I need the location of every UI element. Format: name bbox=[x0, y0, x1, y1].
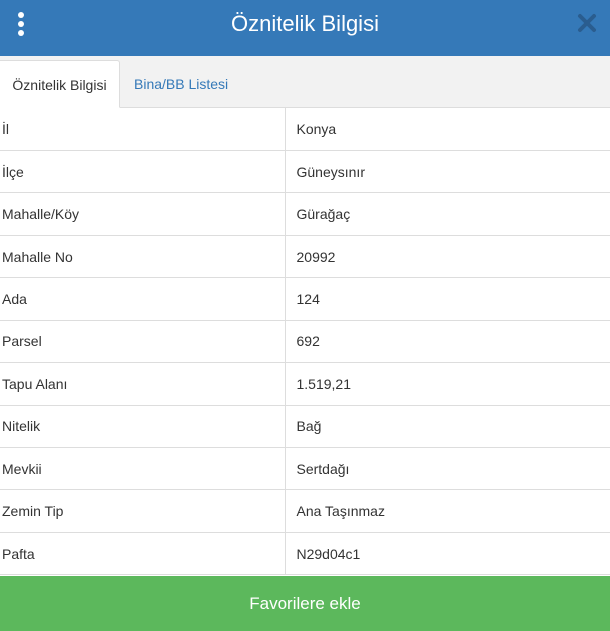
attribute-key: Pafta bbox=[0, 532, 286, 576]
close-icon[interactable] bbox=[576, 12, 598, 34]
tab-bar: Öznitelik Bilgisi Bina/BB Listesi bbox=[0, 56, 610, 108]
attribute-key: Tapu Alanı bbox=[0, 362, 286, 406]
add-to-favorites-button[interactable]: Favorilere ekle bbox=[0, 576, 610, 631]
tab-building-list[interactable]: Bina/BB Listesi bbox=[124, 60, 238, 108]
attribute-value: Bağ bbox=[285, 405, 610, 449]
attribute-key: Nitelik bbox=[0, 405, 286, 449]
attribute-key: Mevkii bbox=[0, 447, 286, 491]
dialog-title: Öznitelik Bilgisi bbox=[231, 11, 379, 36]
attribute-key: İl bbox=[0, 108, 286, 151]
table-row: Mevkii Sertdağı bbox=[0, 447, 610, 491]
attribute-value: 1.519,21 bbox=[285, 362, 610, 406]
table-row: Zemin Tip Ana Taşınmaz bbox=[0, 489, 610, 533]
attribute-key: İlçe bbox=[0, 150, 286, 194]
tab-attribute-info[interactable]: Öznitelik Bilgisi bbox=[0, 60, 120, 108]
attribute-value: 124 bbox=[285, 277, 610, 321]
attribute-value: Konya bbox=[285, 108, 610, 151]
attribute-key: Mahalle/Köy bbox=[0, 192, 286, 236]
table-row: Parsel 692 bbox=[0, 320, 610, 364]
dialog-header: Öznitelik Bilgisi bbox=[0, 0, 610, 56]
table-row: Mahalle/Köy Gürağaç bbox=[0, 192, 610, 236]
attribute-value: N29d04c1 bbox=[285, 532, 610, 576]
table-row: Pafta N29d04c1 bbox=[0, 532, 610, 576]
table-row: Ada 124 bbox=[0, 277, 610, 321]
table-row: Nitelik Bağ bbox=[0, 405, 610, 449]
attribute-value: 692 bbox=[285, 320, 610, 364]
attribute-value: Sertdağı bbox=[285, 447, 610, 491]
attribute-value: Ana Taşınmaz bbox=[285, 489, 610, 533]
attribute-key: Mahalle No bbox=[0, 235, 286, 279]
table-row: İlçe Güneysınır bbox=[0, 150, 610, 194]
attribute-table: İl Konya İlçe Güneysınır Mahalle/Köy Gür… bbox=[0, 108, 610, 576]
attribute-key: Zemin Tip bbox=[0, 489, 286, 533]
table-row: Tapu Alanı 1.519,21 bbox=[0, 362, 610, 406]
attribute-key: Ada bbox=[0, 277, 286, 321]
attribute-value: Gürağaç bbox=[285, 192, 610, 236]
attribute-value: Güneysınır bbox=[285, 150, 610, 194]
table-row: İl Konya bbox=[0, 108, 610, 151]
table-row: Mahalle No 20992 bbox=[0, 235, 610, 279]
attribute-key: Parsel bbox=[0, 320, 286, 364]
attribute-value: 20992 bbox=[285, 235, 610, 279]
